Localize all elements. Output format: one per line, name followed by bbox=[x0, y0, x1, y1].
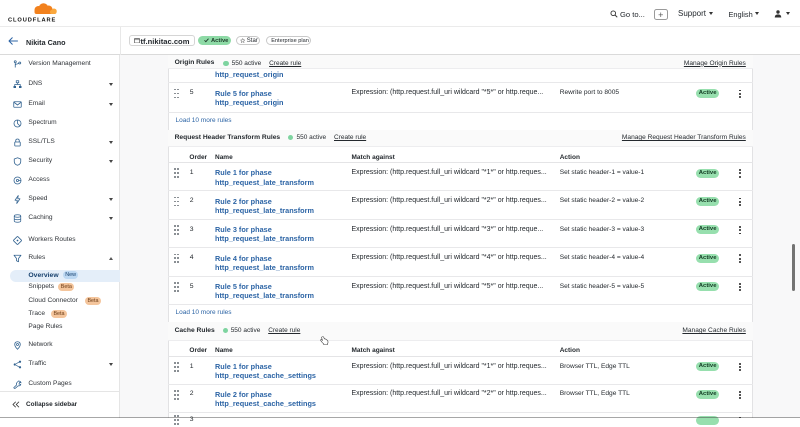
svg-text:CLOUDFLARE: CLOUDFLARE bbox=[8, 17, 56, 22]
